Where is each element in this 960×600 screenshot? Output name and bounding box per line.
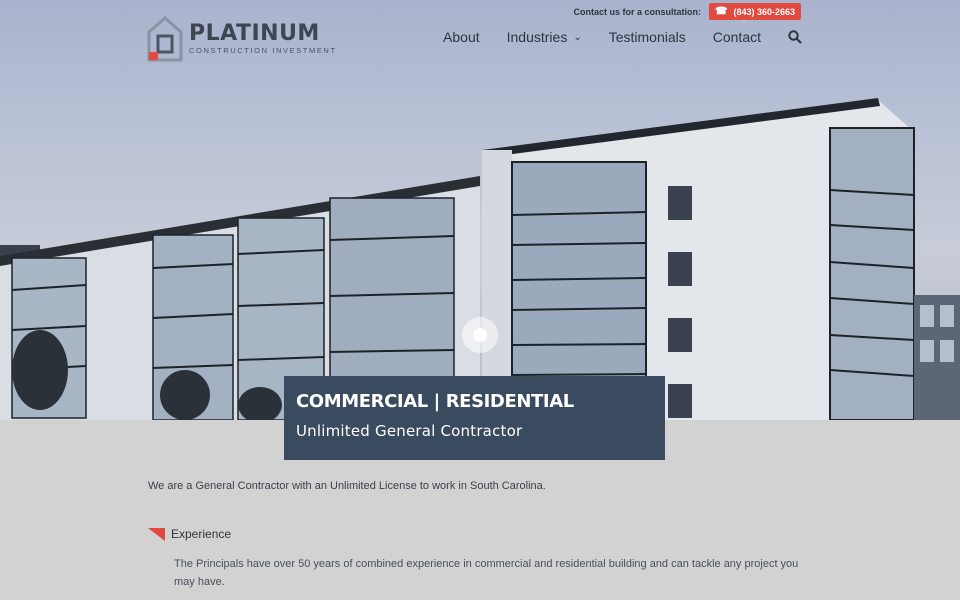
main-nav: About Industries ⌄ Testimonials Contact xyxy=(416,29,802,45)
logo-name: PLATINUM xyxy=(189,21,320,46)
contact-bar: Contact us for a consultation: ☎ (843) 3… xyxy=(573,3,801,20)
hero-title: COMMERCIAL | RESIDENTIAL xyxy=(296,391,574,412)
nav-industries[interactable]: Industries ⌄ xyxy=(507,29,582,45)
flag-icon xyxy=(148,527,165,541)
phone-number: (843) 360-2663 xyxy=(733,6,795,17)
section-text: The Principals have over 50 years of com… xyxy=(174,558,799,588)
experience-heading: Experience xyxy=(148,527,231,541)
building-photo xyxy=(0,98,960,420)
phone-button[interactable]: ☎ (843) 360-2663 xyxy=(708,3,801,20)
logo-tagline: CONSTRUCTION INVESTMENT xyxy=(189,46,337,55)
site-logo[interactable]: PLATINUM CONSTRUCTION INVESTMENT xyxy=(147,16,337,62)
intro-text: We are a General Contractor with an Unli… xyxy=(148,480,546,492)
phone-icon: ☎ xyxy=(714,6,728,17)
nav-industries-label: Industries xyxy=(506,29,568,45)
contact-prompt: Contact us for a consultation: xyxy=(573,6,701,17)
hero-caption: COMMERCIAL | RESIDENTIAL Unlimited Gener… xyxy=(284,376,665,460)
section-title: Experience xyxy=(171,527,232,541)
nav-about[interactable]: About xyxy=(443,29,480,45)
chevron-down-icon: ⌄ xyxy=(573,31,582,43)
hero-subtitle: Unlimited General Contractor xyxy=(296,422,523,440)
nav-contact[interactable]: Contact xyxy=(713,29,761,45)
hero-banner: PLATINUM CONSTRUCTION INVESTMENT Contact… xyxy=(0,0,960,420)
nav-testimonials[interactable]: Testimonials xyxy=(609,29,686,45)
logo-house-icon xyxy=(147,16,183,62)
search-icon[interactable] xyxy=(788,30,802,44)
